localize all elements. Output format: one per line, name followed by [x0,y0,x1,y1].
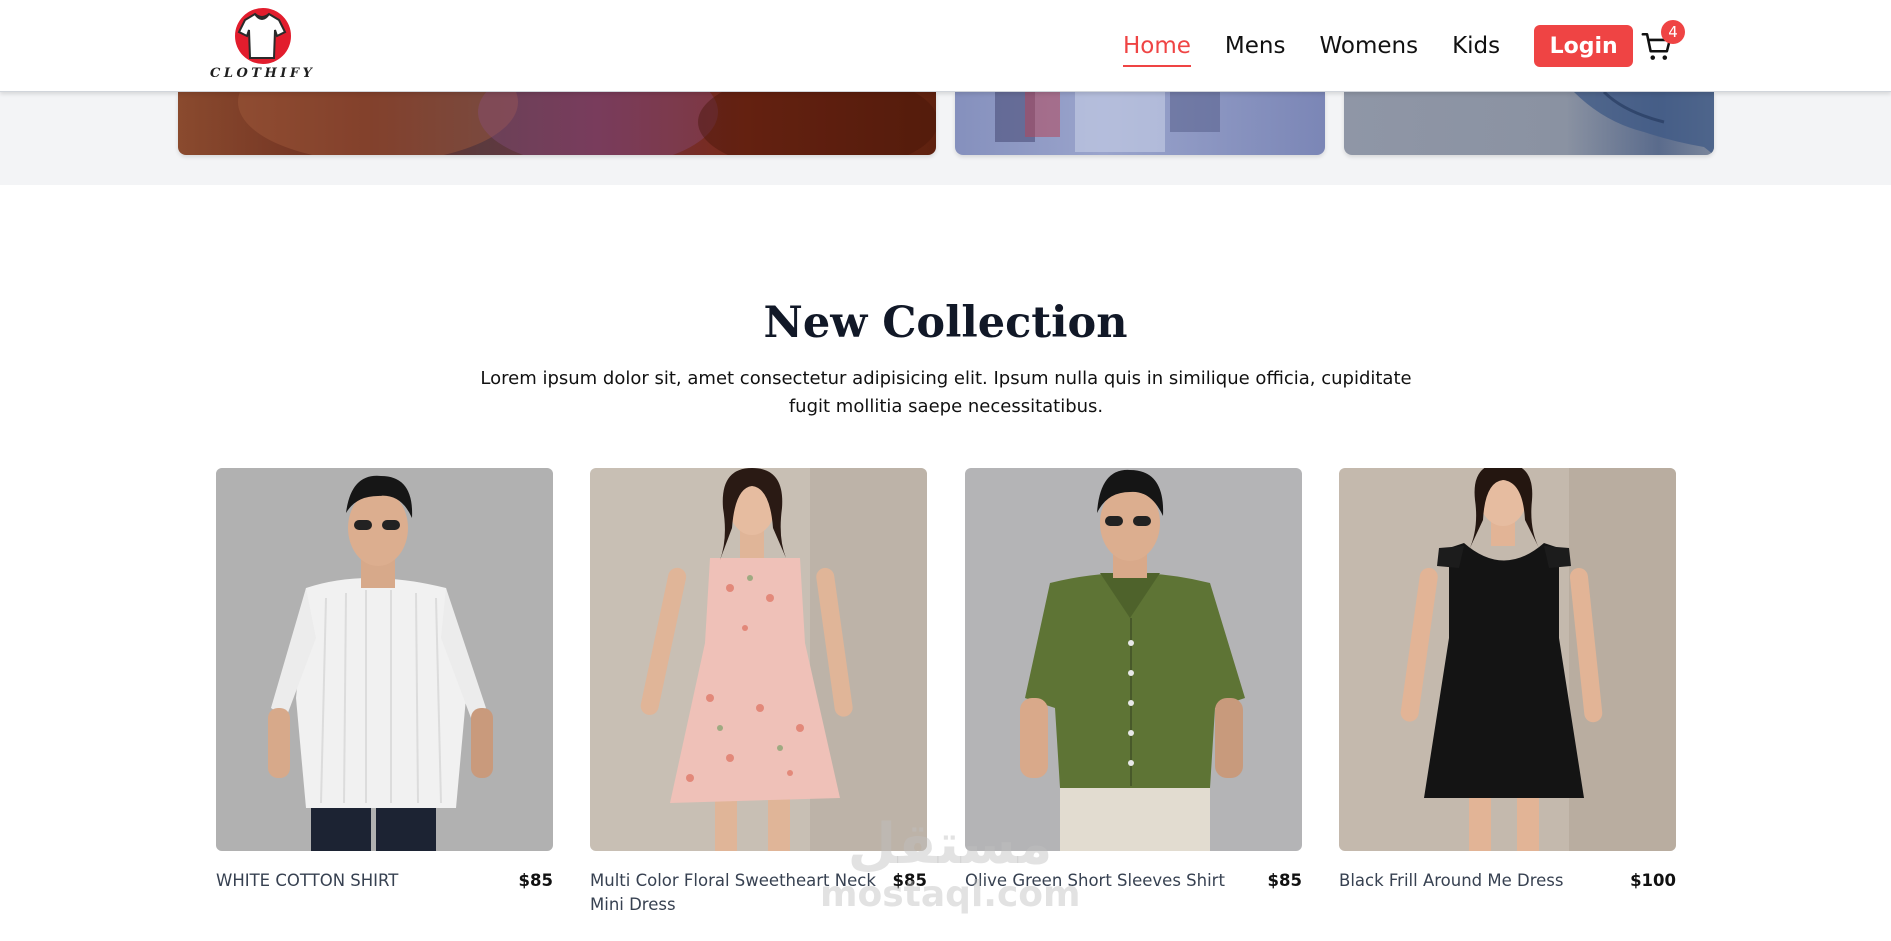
product-image[interactable] [590,468,927,851]
product-image[interactable] [1339,468,1676,851]
login-button[interactable]: Login [1534,25,1634,67]
hero-banner-shopping[interactable] [955,92,1325,155]
nav-item-womens[interactable]: Womens [1319,31,1418,61]
banner-image [238,92,936,155]
model-black-dress-image [1339,468,1676,851]
brand-name: CLOTHIFY [210,66,316,81]
product-card[interactable]: Multi Color Floral Sweetheart Neck Mini … [590,468,927,917]
hero-banner-denim[interactable] [1344,92,1714,155]
banner-image [995,92,1220,152]
product-name[interactable]: Multi Color Floral Sweetheart Neck Mini … [590,869,880,917]
cart-button[interactable]: 4 [1640,20,1686,66]
main-nav: Home Mens Womens Kids Login [1123,24,1634,68]
section-title: New Collection [763,298,1128,348]
cart-count-badge: 4 [1661,20,1685,44]
banner-image [1574,92,1714,155]
brand-logo[interactable]: CLOTHIFY [210,6,314,84]
product-card[interactable]: Olive Green Short Sleeves Shirt $85 [965,468,1302,893]
product-card[interactable]: WHITE COTTON SHIRT $85 [216,468,553,893]
nav-item-mens[interactable]: Mens [1225,31,1286,61]
tshirt-logo-icon [235,8,291,64]
hero-banner-main[interactable] [178,92,936,155]
hero-banner-strip [0,92,1891,185]
product-price: $85 [1267,871,1302,890]
model-white-shirt-image [216,468,553,851]
product-price: $85 [892,871,927,890]
product-price: $85 [518,871,553,890]
product-name[interactable]: Black Frill Around Me Dress [1339,869,1629,893]
product-name[interactable]: WHITE COTTON SHIRT [216,869,506,893]
product-image[interactable] [965,468,1302,851]
product-card[interactable]: Black Frill Around Me Dress $100 [1339,468,1676,893]
product-name[interactable]: Olive Green Short Sleeves Shirt [965,869,1255,893]
product-price: $100 [1630,871,1676,890]
model-floral-dress-image [590,468,927,851]
nav-item-home[interactable]: Home [1123,31,1191,67]
section-description: Lorem ipsum dolor sit, amet consectetur … [480,368,1412,417]
site-header: CLOTHIFY Home Mens Womens Kids Login 4 [0,0,1891,92]
product-image[interactable] [216,468,553,851]
model-olive-shirt-image [965,468,1302,851]
nav-item-kids[interactable]: Kids [1452,31,1500,61]
